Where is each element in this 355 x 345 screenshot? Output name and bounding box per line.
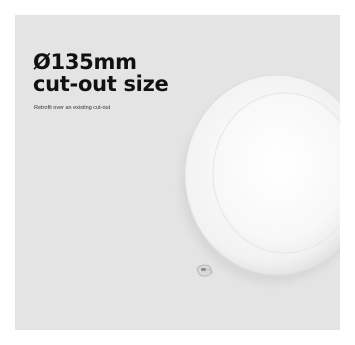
product-image-card: Ø135mm cut-out size Retrofit over an exi… — [15, 15, 340, 330]
round-led-panel-light-icon — [181, 74, 340, 283]
spring-clip — [196, 264, 213, 277]
